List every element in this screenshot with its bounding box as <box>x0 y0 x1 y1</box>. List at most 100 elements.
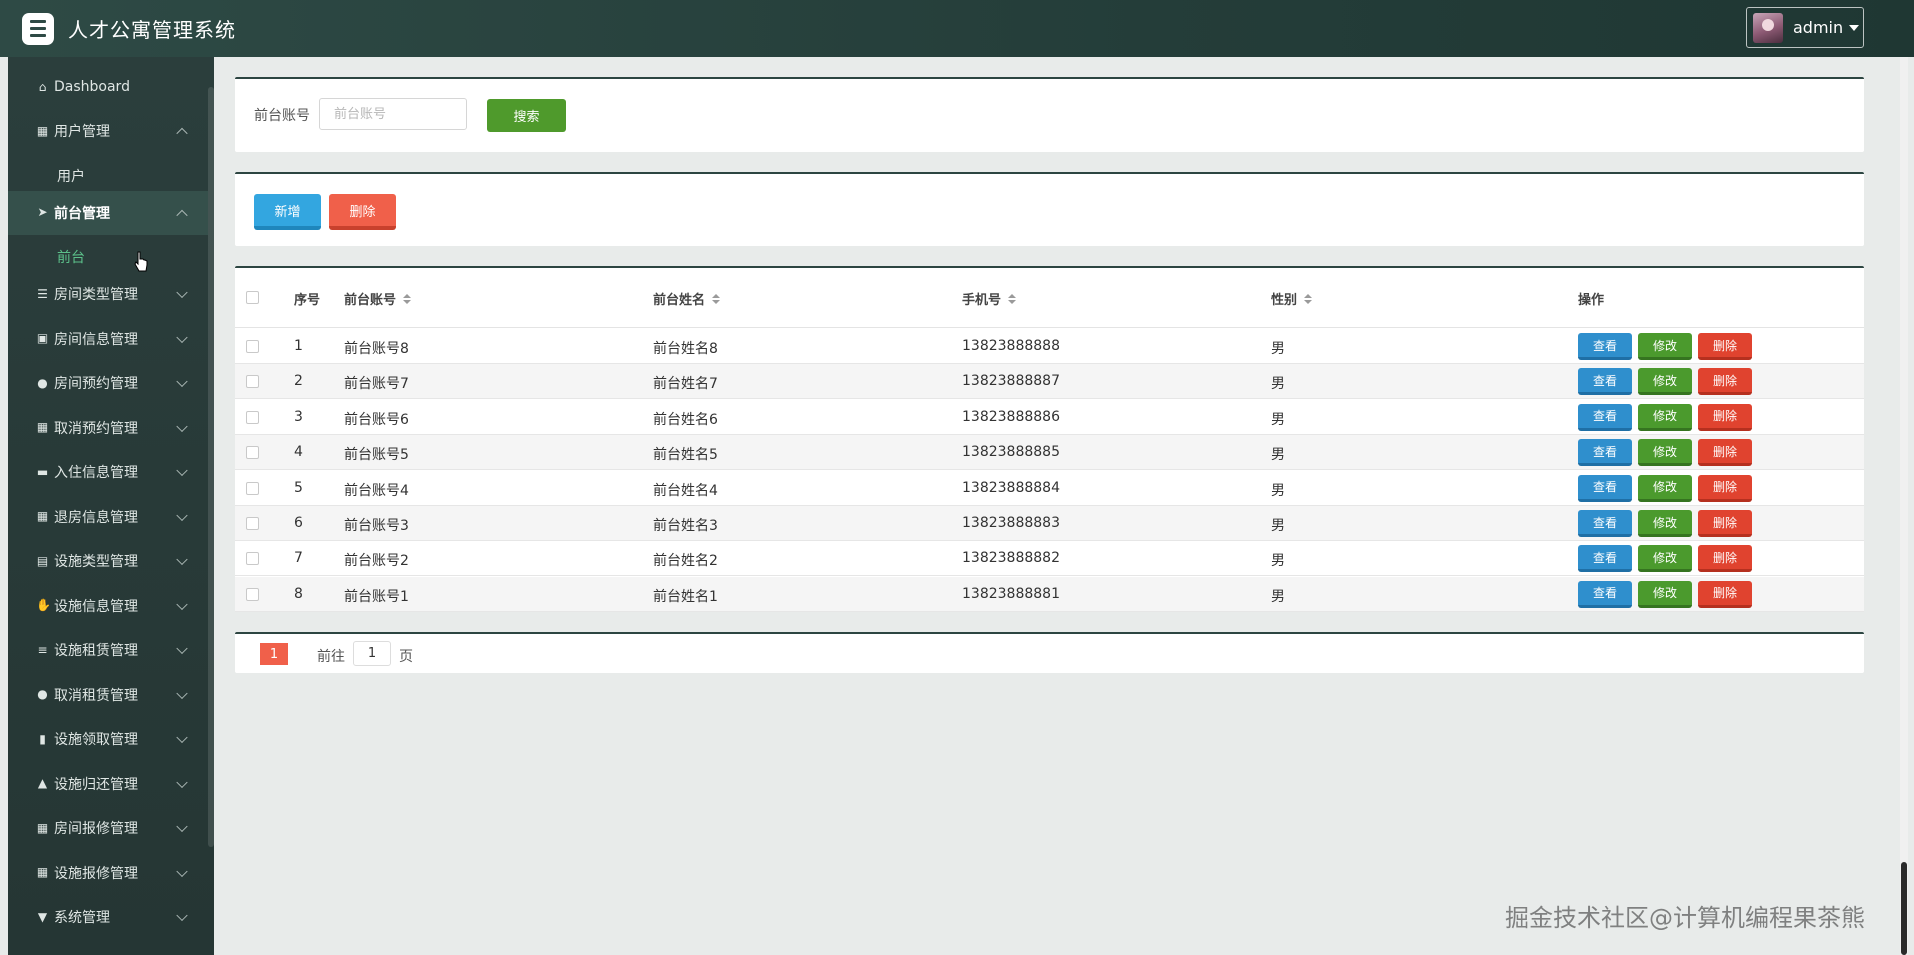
sidebar-item[interactable]: ▦ 房间报修管理 <box>8 806 208 850</box>
edit-button[interactable]: 修改 <box>1638 474 1692 502</box>
table-header: 序号 前台账号 前台姓名 手机号 性别 操作 <box>235 268 1864 328</box>
main-scrollbar[interactable] <box>1900 57 1908 955</box>
delete-row-button[interactable]: 删除 <box>1698 474 1752 502</box>
cell-account: 前台账号6 <box>344 411 409 428</box>
user-menu[interactable]: admin <box>1746 7 1864 48</box>
row-checkbox[interactable] <box>246 340 259 353</box>
sidebar-item[interactable]: ▣ 房间信息管理 <box>8 317 208 361</box>
chevron-down-icon <box>176 731 188 744</box>
sidebar-item[interactable]: ▦ 用户管理 <box>8 109 208 153</box>
sidebar-item[interactable]: ▼ 系统管理 <box>8 895 208 939</box>
delete-row-button[interactable]: 删除 <box>1698 510 1752 537</box>
sidebar-item-label: 房间信息管理 <box>54 331 138 348</box>
menu-toggle-icon[interactable] <box>22 12 54 45</box>
sidebar-item[interactable]: ▤ 设施类型管理 <box>8 539 208 583</box>
cell-phone: 13823888884 <box>962 479 1060 496</box>
view-button[interactable]: 查看 <box>1578 545 1632 573</box>
delete-row-button[interactable]: 删除 <box>1698 439 1752 467</box>
list-icon: ☰ <box>37 286 48 301</box>
table-row: 5 前台账号4 前台姓名4 13823888884 男 查看 修改 删除 <box>235 470 1864 506</box>
delete-row-button[interactable]: 删除 <box>1698 545 1752 573</box>
row-checkbox[interactable] <box>246 517 259 530</box>
sidebar-item[interactable]: ⌂ Dashboard <box>8 65 208 109</box>
delete-row-button[interactable]: 删除 <box>1698 580 1752 608</box>
search-input[interactable] <box>319 98 467 130</box>
cell-phone: 13823888881 <box>962 585 1060 602</box>
thumb-icon: ✋ <box>36 598 51 612</box>
row-checkbox[interactable] <box>246 446 259 460</box>
cell-name: 前台姓名4 <box>653 482 718 499</box>
edit-button[interactable]: 修改 <box>1638 510 1692 537</box>
column-header-name[interactable]: 前台姓名 <box>653 289 721 308</box>
sidebar: ⌂ Dashboard ▦ 用户管理 用户 ➤ 前台管理 前台 ☰ 房间类型管理 ▣ 房间信息管理 ● 房… <box>8 57 214 955</box>
edit-button[interactable]: 修改 <box>1638 580 1692 608</box>
cell-index: 5 <box>294 479 303 496</box>
page-number-current[interactable]: 1 <box>260 643 288 665</box>
cell-name: 前台姓名7 <box>653 376 718 393</box>
sidebar-scrollbar[interactable] <box>208 87 214 847</box>
sidebar-item[interactable]: ☰ 房间类型管理 <box>8 272 208 316</box>
view-button[interactable]: 查看 <box>1578 403 1632 431</box>
sidebar-item-label: 设施类型管理 <box>54 554 138 570</box>
column-header-phone[interactable]: 手机号 <box>962 289 1017 308</box>
column-header-account[interactable]: 前台账号 <box>344 289 412 308</box>
chevron-down-icon <box>176 909 188 922</box>
main-scrollbar-thumb[interactable] <box>1901 862 1907 955</box>
sidebar-item[interactable]: ● 取消租赁管理 <box>8 673 208 717</box>
grid-icon: ▦ <box>36 820 49 835</box>
edit-button[interactable]: 修改 <box>1638 545 1692 573</box>
column-header-gender-label: 性别 <box>1271 293 1298 308</box>
search-button[interactable]: 搜索 <box>487 99 566 132</box>
sidebar-item[interactable]: ● 房间预约管理 <box>8 361 208 405</box>
view-button[interactable]: 查看 <box>1578 580 1632 608</box>
sidebar-item[interactable]: ▦ 退房信息管理 <box>8 495 208 539</box>
chevron-down-icon <box>176 331 188 343</box>
row-checkbox[interactable] <box>246 587 259 601</box>
sidebar-item[interactable]: ≡ 设施租赁管理 <box>8 628 208 672</box>
view-button[interactable]: 查看 <box>1578 510 1632 537</box>
view-button[interactable]: 查看 <box>1578 368 1632 396</box>
row-checkbox[interactable] <box>246 552 259 566</box>
delete-button[interactable]: 删除 <box>329 194 396 230</box>
table-row: 7 前台账号2 前台姓名2 13823888882 男 查看 修改 删除 <box>235 541 1864 577</box>
delete-row-button[interactable]: 删除 <box>1698 333 1752 360</box>
view-button[interactable]: 查看 <box>1578 333 1632 360</box>
view-button[interactable]: 查看 <box>1578 474 1632 502</box>
cell-index: 7 <box>294 550 303 567</box>
row-checkbox[interactable] <box>246 410 259 424</box>
cell-gender: 男 <box>1271 376 1285 393</box>
edit-button[interactable]: 修改 <box>1638 368 1692 396</box>
sidebar-item[interactable]: ▲ 设施归还管理 <box>8 762 208 806</box>
delete-row-button[interactable]: 删除 <box>1698 403 1752 431</box>
sidebar-item[interactable]: ▬ 入住信息管理 <box>8 450 208 494</box>
column-header-index: 序号 <box>294 293 321 308</box>
goto-page-input[interactable] <box>353 641 391 666</box>
app-title: 人才公寓管理系统 <box>68 18 236 42</box>
bar-chart-icon: ▮ <box>39 731 46 746</box>
row-checkbox[interactable] <box>246 481 259 495</box>
user-icon: ● <box>37 375 48 390</box>
sidebar-item[interactable]: ▦ 设施报修管理 <box>8 851 208 895</box>
sort-icon[interactable] <box>1008 293 1017 304</box>
edit-button[interactable]: 修改 <box>1638 333 1692 360</box>
sidebar-item[interactable]: ➤ 前台管理 <box>8 190 208 235</box>
cell-phone: 13823888888 <box>962 338 1060 354</box>
sort-icon[interactable] <box>712 293 721 304</box>
edit-button[interactable]: 修改 <box>1638 439 1692 467</box>
sidebar-item[interactable]: ▦ 取消预约管理 <box>8 406 208 450</box>
search-label: 前台账号 <box>254 108 310 124</box>
cell-gender: 男 <box>1271 553 1285 570</box>
delete-row-button[interactable]: 删除 <box>1698 368 1752 396</box>
cell-phone: 13823888886 <box>962 408 1060 425</box>
row-checkbox[interactable] <box>246 375 259 389</box>
sort-icon[interactable] <box>1304 293 1313 304</box>
sidebar-item[interactable]: ▮ 设施领取管理 <box>8 717 208 761</box>
select-all-checkbox[interactable] <box>246 291 259 304</box>
view-button[interactable]: 查看 <box>1578 439 1632 467</box>
edit-button[interactable]: 修改 <box>1638 403 1692 431</box>
column-header-gender[interactable]: 性别 <box>1271 289 1313 308</box>
add-button[interactable]: 新增 <box>254 194 321 230</box>
sort-icon[interactable] <box>403 293 412 304</box>
cell-phone: 13823888883 <box>962 515 1060 531</box>
sidebar-item[interactable]: ✋ 设施信息管理 <box>8 584 208 628</box>
